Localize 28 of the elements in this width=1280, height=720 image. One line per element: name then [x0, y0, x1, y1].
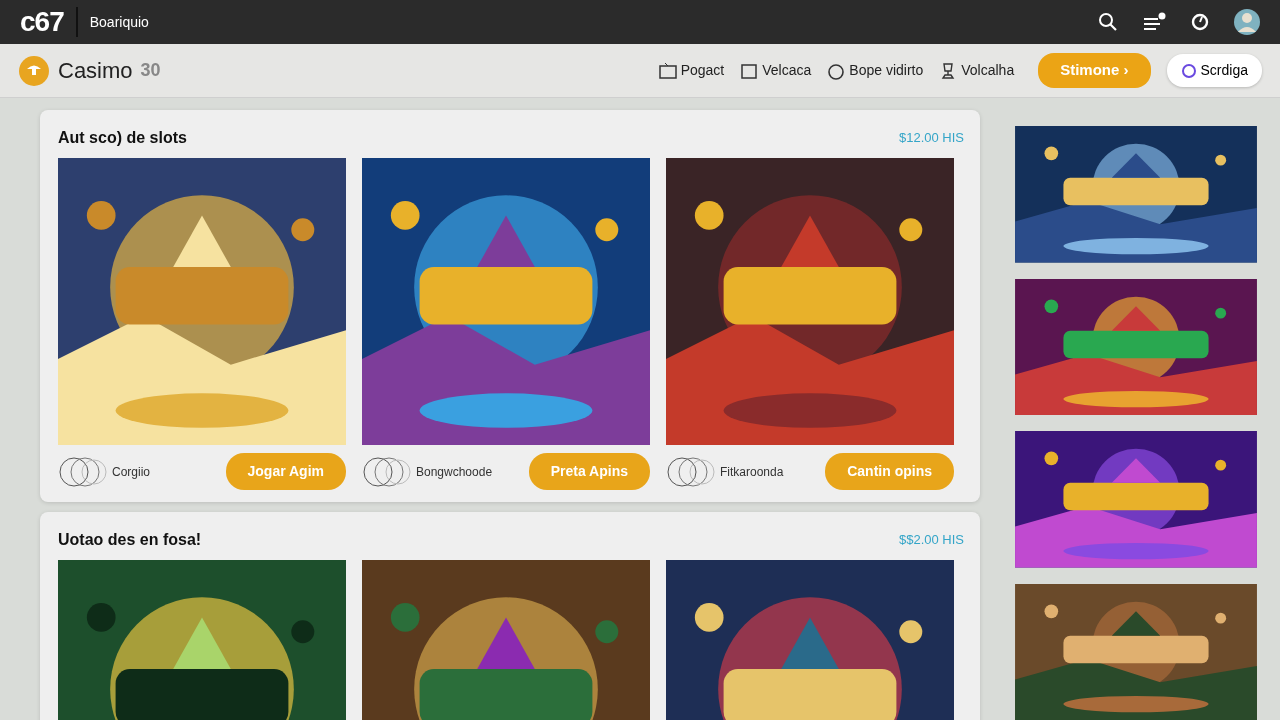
clock-icon — [1190, 12, 1210, 32]
site-subtitle: Boariquio — [89, 12, 149, 32]
logo[interactable]: c67 — [20, 8, 64, 36]
avatar-icon — [1234, 8, 1260, 36]
section-title: Aut sco) de slots — [58, 128, 187, 148]
rings-icon — [362, 454, 412, 489]
brand-suffix: 30 — [140, 59, 161, 82]
section-title: Uotao des en fosa! — [58, 530, 202, 550]
provider-name: Fitkaroonda — [720, 463, 784, 481]
nav-link[interactable]: Pogact — [658, 60, 725, 81]
section-amount: $$2.00 HIS — [898, 531, 964, 550]
secondary-button[interactable]: Scrdiga — [1166, 54, 1262, 87]
nav-link[interactable]: Volcalha — [939, 60, 1015, 81]
rings-icon — [58, 454, 108, 489]
tv-icon — [658, 61, 677, 80]
provider-name: Corgiio — [112, 463, 150, 481]
circle-icon — [827, 61, 846, 80]
notification-list-icon — [1142, 12, 1166, 32]
brand-name: Casimo — [58, 57, 133, 85]
brand-icon — [18, 54, 50, 87]
circle-icon — [1180, 62, 1197, 79]
square-icon — [740, 61, 759, 80]
section-amount: $12.00 HIS — [898, 129, 964, 148]
search-icon — [1098, 12, 1118, 32]
nav-link[interactable]: Bope vidirto — [827, 60, 924, 81]
nav-link[interactable]: Velcaca — [740, 60, 812, 81]
rings-icon — [666, 454, 716, 489]
provider-name: Bongwchoode — [416, 463, 493, 481]
